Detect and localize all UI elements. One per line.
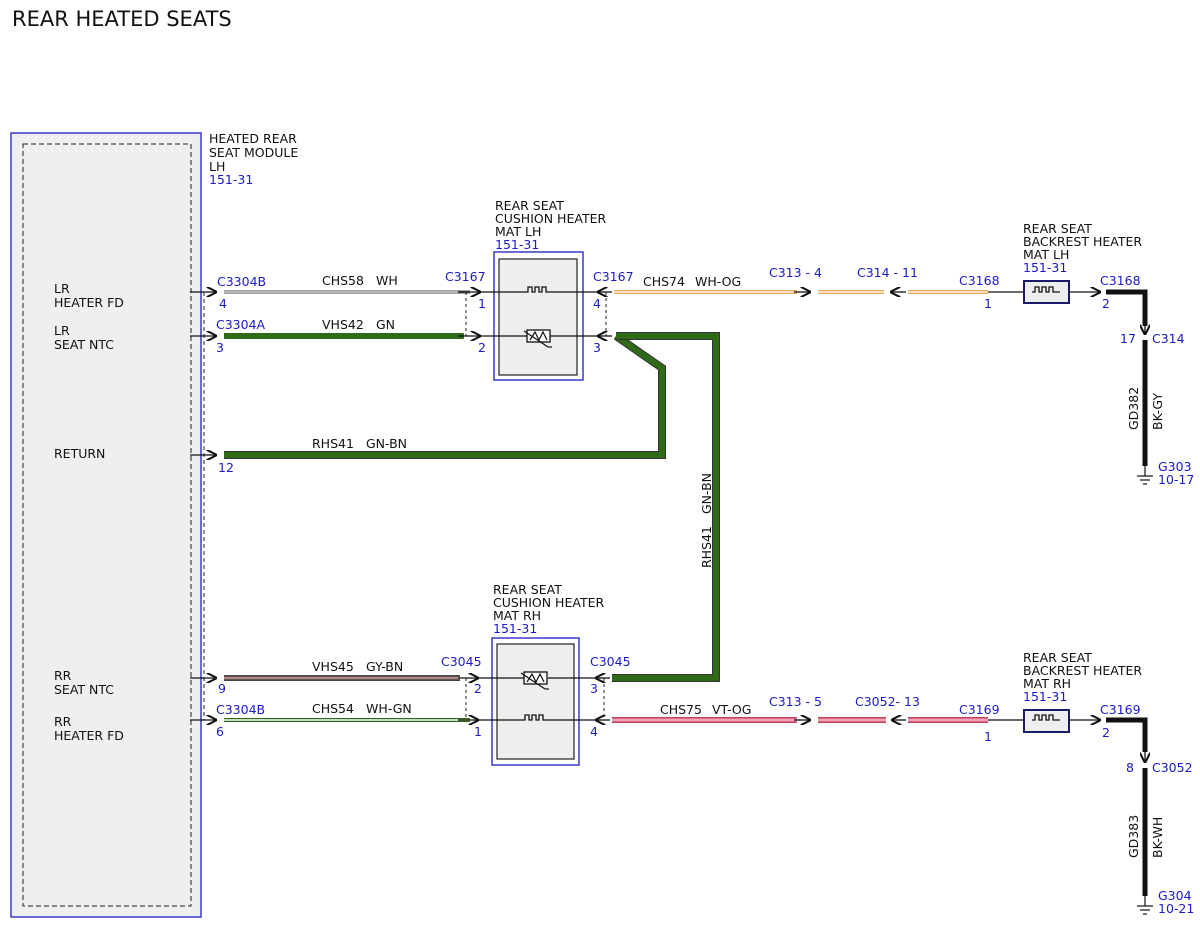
connector-pin-9: 9 — [218, 681, 226, 696]
connector-c3168-right-p2: 2 — [1102, 296, 1110, 311]
connector-c314-11: C314 - 11 — [857, 265, 918, 280]
connector-c314: C314 — [1152, 331, 1185, 346]
cushion-rh-inner-box — [496, 643, 575, 760]
wire-gd383-color: BK-WH — [1150, 817, 1165, 858]
connector-c3045-left: C3045 — [441, 654, 482, 669]
cushion-lh-inner-box — [498, 258, 578, 376]
wire-vhs42-circuit: VHS42 — [322, 317, 364, 332]
ground-g303-icon — [1137, 466, 1153, 485]
module-ref: 151-31 — [209, 172, 253, 187]
connector-g303-ref: 10-17 — [1158, 472, 1194, 487]
wire-gd382-circuit: GD382 — [1126, 387, 1141, 430]
connector-c3168-right: C3168 — [1100, 273, 1141, 288]
connector-pin-3-left: 3 — [216, 340, 224, 355]
wire-chs74-circuit: CHS74 — [643, 274, 685, 289]
pin-lr-heater-fd-line-1: LR — [54, 281, 70, 296]
connector-c313-5: C313 - 5 — [769, 694, 822, 709]
module-box — [10, 132, 202, 918]
connector-c3045-right-p4: 4 — [590, 724, 598, 739]
wire-gd382-top — [1106, 289, 1148, 326]
pin-return: RETURN — [54, 446, 105, 461]
wire-rhs41-color: GN-BN — [366, 436, 407, 451]
connector-c3304a: C3304A — [216, 317, 266, 332]
wire-vhs45-color: GY-BN — [366, 659, 403, 674]
wire-chs54-color: WH-GN — [366, 701, 412, 716]
connector-c3169-left-p1: 1 — [984, 729, 992, 744]
connector-c3052-13: C3052- 13 — [855, 694, 920, 709]
module-name-line-1: HEATED REAR — [209, 131, 297, 146]
pin-rr-seat-ntc-line-1: RR — [54, 668, 72, 683]
ground-g304-icon — [1137, 896, 1153, 915]
wire-chs58-color: WH — [376, 273, 398, 288]
connector-c3052: C3052 — [1152, 760, 1193, 775]
pin-rr-heater-fd-line-2: HEATER FD — [54, 728, 124, 743]
connector-c3045-right: C3045 — [590, 654, 631, 669]
module-name-line-2: SEAT MODULE — [209, 145, 298, 160]
page-title: REAR HEATED SEATS — [12, 7, 232, 31]
pin-lr-seat-ntc-line-1: LR — [54, 323, 70, 338]
connector-pin-6: 6 — [216, 724, 224, 739]
connector-c3045-left-p2: 2 — [474, 681, 482, 696]
connector-c3304b-bottom: C3304B — [216, 702, 265, 717]
connector-c3167-left-p1: 1 — [478, 296, 486, 311]
connector-c3167-right-p4: 4 — [593, 296, 601, 311]
wire-chs74-color: WH-OG — [695, 274, 741, 289]
wire-chs75-circuit: CHS75 — [660, 702, 702, 717]
connector-c3045-left-p1: 1 — [474, 724, 482, 739]
cushion-rh-ref: 151-31 — [493, 621, 537, 636]
connector-c3045-right-p3: 3 — [590, 681, 598, 696]
wire-vhs45-circuit: VHS45 — [312, 659, 354, 674]
backrest-rh-box — [1023, 709, 1070, 733]
wire-gd383-top — [1106, 717, 1148, 752]
connector-c3167-left: C3167 — [445, 269, 486, 284]
connector-pin-4-left: 4 — [219, 296, 227, 311]
connector-c3304b-top: C3304B — [217, 274, 266, 289]
wire-rhs41-vertical-circuit: RHS41 — [699, 526, 714, 568]
connector-c313-4: C313 - 4 — [769, 265, 822, 280]
wire-chs75-color: VT-OG — [712, 702, 751, 717]
cushion-lh-ref: 151-31 — [495, 237, 539, 252]
connector-c3167-left-p2: 2 — [478, 340, 486, 355]
backrest-rh-ref: 151-31 — [1023, 689, 1067, 704]
wire-chs58-circuit: CHS58 — [322, 273, 364, 288]
connector-pin-12: 12 — [218, 460, 234, 475]
connector-c314-p17: 17 — [1120, 331, 1136, 346]
connector-c3169-right: C3169 — [1100, 702, 1141, 717]
wire-gd383-circuit: GD383 — [1126, 815, 1141, 858]
connector-c3168-left-p1: 1 — [984, 296, 992, 311]
backrest-lh-ref: 151-31 — [1023, 260, 1067, 275]
connector-c3169-left: C3169 — [959, 702, 1000, 717]
wire-gd382-color: BK-GY — [1150, 393, 1165, 430]
connector-g304-ref: 10-21 — [1158, 901, 1194, 916]
wire-rhs41-circuit: RHS41 — [312, 436, 354, 451]
connector-c3167-right-p3: 3 — [593, 340, 601, 355]
connector-c3169-right-p2: 2 — [1102, 725, 1110, 740]
connector-c3052-p8: 8 — [1126, 760, 1134, 775]
wire-rhs41-vertical-color: GN-BN — [699, 473, 714, 514]
connector-c3168-left: C3168 — [959, 273, 1000, 288]
wire-vhs42-color: GN — [376, 317, 395, 332]
pin-lr-heater-fd-line-2: HEATER FD — [54, 295, 124, 310]
pin-lr-seat-ntc-line-2: SEAT NTC — [54, 337, 114, 352]
connector-c3167-right: C3167 — [593, 269, 634, 284]
wire-chs54-circuit: CHS54 — [312, 701, 354, 716]
pin-rr-heater-fd-line-1: RR — [54, 714, 72, 729]
wiring-diagram: REAR HEATED SEATS HEATED REAR SEAT MODUL… — [10, 7, 1194, 918]
pin-rr-seat-ntc-line-2: SEAT NTC — [54, 682, 114, 697]
